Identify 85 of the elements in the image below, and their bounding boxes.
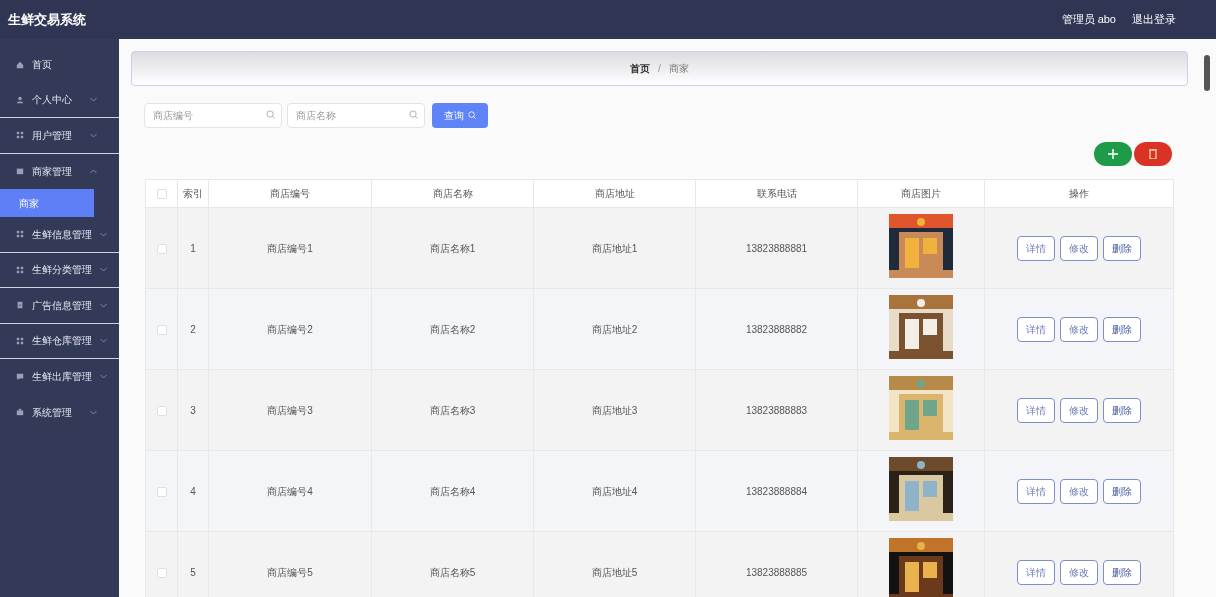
edit-button[interactable]: 修改 <box>1060 559 1098 585</box>
user-label: 管理员 abo <box>1061 12 1116 28</box>
edit-button[interactable]: 修改 <box>1060 397 1098 423</box>
delete-button[interactable] <box>1134 142 1172 166</box>
table-cell: 13823888884 <box>745 485 808 497</box>
table-cell: 商店编号3 <box>267 404 313 416</box>
detail-button[interactable]: 详情 <box>1017 397 1055 423</box>
breadcrumb-current: 商家 <box>668 62 689 76</box>
table-cell: 商店地址3 <box>591 404 638 416</box>
column-header: 操作 <box>1069 188 1089 199</box>
checkbox[interactable] <box>156 405 167 416</box>
checkbox[interactable] <box>156 486 167 497</box>
checkbox[interactable] <box>156 567 167 578</box>
delete-button[interactable]: 删除 <box>1103 397 1141 423</box>
calendar-icon <box>16 167 24 176</box>
table-cell: 商店名称2 <box>429 323 476 335</box>
checkbox[interactable] <box>156 189 167 200</box>
grid-icon <box>16 230 24 239</box>
logout-link[interactable]: 退出登录 <box>1132 11 1176 28</box>
search-field[interactable]: 商店编号 <box>144 103 282 128</box>
delete-button[interactable]: 删除 <box>1103 478 1141 504</box>
detail-button[interactable]: 详情 <box>1017 478 1055 504</box>
home-icon <box>16 60 24 69</box>
table-cell: 商店地址1 <box>591 242 638 254</box>
column-header: 商店图片 <box>901 188 941 199</box>
column-header: 商店名称 <box>432 188 473 199</box>
grid-icon <box>16 336 24 345</box>
menu-item[interactable]: 商家管理 <box>0 153 119 189</box>
detail-button[interactable]: 详情 <box>1017 235 1055 261</box>
breadcrumb-separator: / <box>658 62 661 76</box>
edit-button[interactable]: 修改 <box>1060 316 1098 342</box>
table-cell: 13823888882 <box>745 323 808 335</box>
column-header: 商店编号 <box>270 188 310 199</box>
search-field[interactable]: 商店名称 <box>287 103 425 128</box>
table-cell: 5 <box>190 566 196 578</box>
menu-item[interactable]: 系统管理 <box>0 394 119 430</box>
menu-item[interactable]: 生鲜出库管理 <box>0 359 119 395</box>
column-header: 商店地址 <box>594 188 635 199</box>
clipboard-icon <box>16 301 24 310</box>
delete-button[interactable]: 删除 <box>1103 235 1141 261</box>
table-cell: 商店地址5 <box>591 566 638 578</box>
delete-button[interactable]: 删除 <box>1103 316 1141 342</box>
add-button[interactable] <box>1094 142 1132 166</box>
search-icon <box>468 111 476 119</box>
table-cell: 2 <box>190 323 196 335</box>
table-cell: 商店编号2 <box>267 323 313 335</box>
table-cell: 商店名称1 <box>429 242 476 254</box>
table-cell: 13823888881 <box>745 242 808 254</box>
table-cell: 商店地址2 <box>591 323 638 335</box>
search-button[interactable]: 查询 <box>432 102 488 128</box>
submenu-item[interactable]: 商家 <box>0 189 94 217</box>
table-cell: 商店地址4 <box>591 485 638 497</box>
table-cell: 13823888885 <box>745 566 808 578</box>
breadcrumb-link[interactable]: 首页 <box>630 61 651 76</box>
user-icon <box>16 95 24 104</box>
app-title: 生鲜交易系统 <box>8 10 86 29</box>
grid-icon <box>16 131 24 140</box>
menu-item[interactable]: 首页 <box>0 47 119 83</box>
delete-button[interactable]: 删除 <box>1103 559 1141 585</box>
checkbox[interactable] <box>156 324 167 335</box>
trash-icon <box>1149 149 1157 159</box>
table-cell: 商店编号1 <box>267 242 313 254</box>
briefcase-icon <box>16 408 24 417</box>
grid-icon <box>16 265 24 274</box>
table-cell: 商店名称4 <box>429 485 476 497</box>
search-icon <box>409 110 418 119</box>
scrollbar[interactable] <box>1204 55 1210 91</box>
message-icon <box>16 372 24 381</box>
table-cell: 1 <box>190 242 196 254</box>
column-header: 联系电话 <box>756 188 797 199</box>
table-cell: 商店编号5 <box>267 566 313 578</box>
edit-button[interactable]: 修改 <box>1060 235 1098 261</box>
edit-button[interactable]: 修改 <box>1060 478 1098 504</box>
table-cell: 商店名称3 <box>429 404 476 416</box>
table-cell: 4 <box>190 485 196 497</box>
search-icon <box>266 110 275 119</box>
table-cell: 商店编号4 <box>267 485 313 497</box>
column-header: 索引 <box>183 188 203 199</box>
plus-icon <box>1108 149 1118 159</box>
table-cell: 13823888883 <box>745 404 808 416</box>
detail-button[interactable]: 详情 <box>1017 316 1055 342</box>
checkbox[interactable] <box>156 243 167 254</box>
detail-button[interactable]: 详情 <box>1017 559 1055 585</box>
table-cell: 商店名称5 <box>429 566 476 578</box>
table-cell: 3 <box>190 404 196 416</box>
